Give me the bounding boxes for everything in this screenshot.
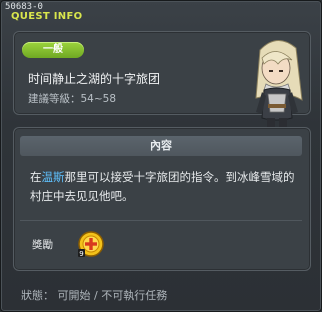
desc-text-rest: 那里可以接受十字旅团的指令。到冰峰雪域的村庄中去见见他吧。: [30, 170, 295, 203]
quest-info-window: 50683-0 QUEST INFO 一般 时间静止之湖的十字旅团 建議等級：5…: [0, 0, 322, 312]
desc-text: 在: [30, 170, 42, 184]
reward-label: 獎勵: [32, 239, 53, 251]
quest-status: 狀態： 可開始 / 不可執行任務: [21, 289, 168, 302]
reward-section: 獎勵 9: [20, 220, 302, 265]
quest-content-panel: 內容 在温斯那里可以接受十字旅团的指令。到冰峰雪域的村庄中去见见他吧。 獎勵 9: [13, 127, 311, 271]
window-title: QUEST INFO: [11, 11, 83, 22]
quest-category-badge: 一般: [22, 42, 84, 58]
npc-portrait: [255, 40, 303, 140]
content-header: 內容: [20, 136, 302, 156]
reward-coin-icon[interactable]: 9: [76, 229, 106, 259]
quest-description: 在温斯那里可以接受十字旅团的指令。到冰峰雪域的村庄中去见见他吧。: [30, 168, 300, 206]
quest-name: 时间静止之湖的十字旅团: [28, 72, 161, 86]
npc-name-highlight[interactable]: 温斯: [42, 170, 65, 184]
recommended-level: 建議等級：54~58: [28, 93, 117, 105]
quest-summary-panel: 一般 时间静止之湖的十字旅团 建議等級：54~58: [13, 31, 311, 140]
svg-text:9: 9: [79, 250, 83, 258]
